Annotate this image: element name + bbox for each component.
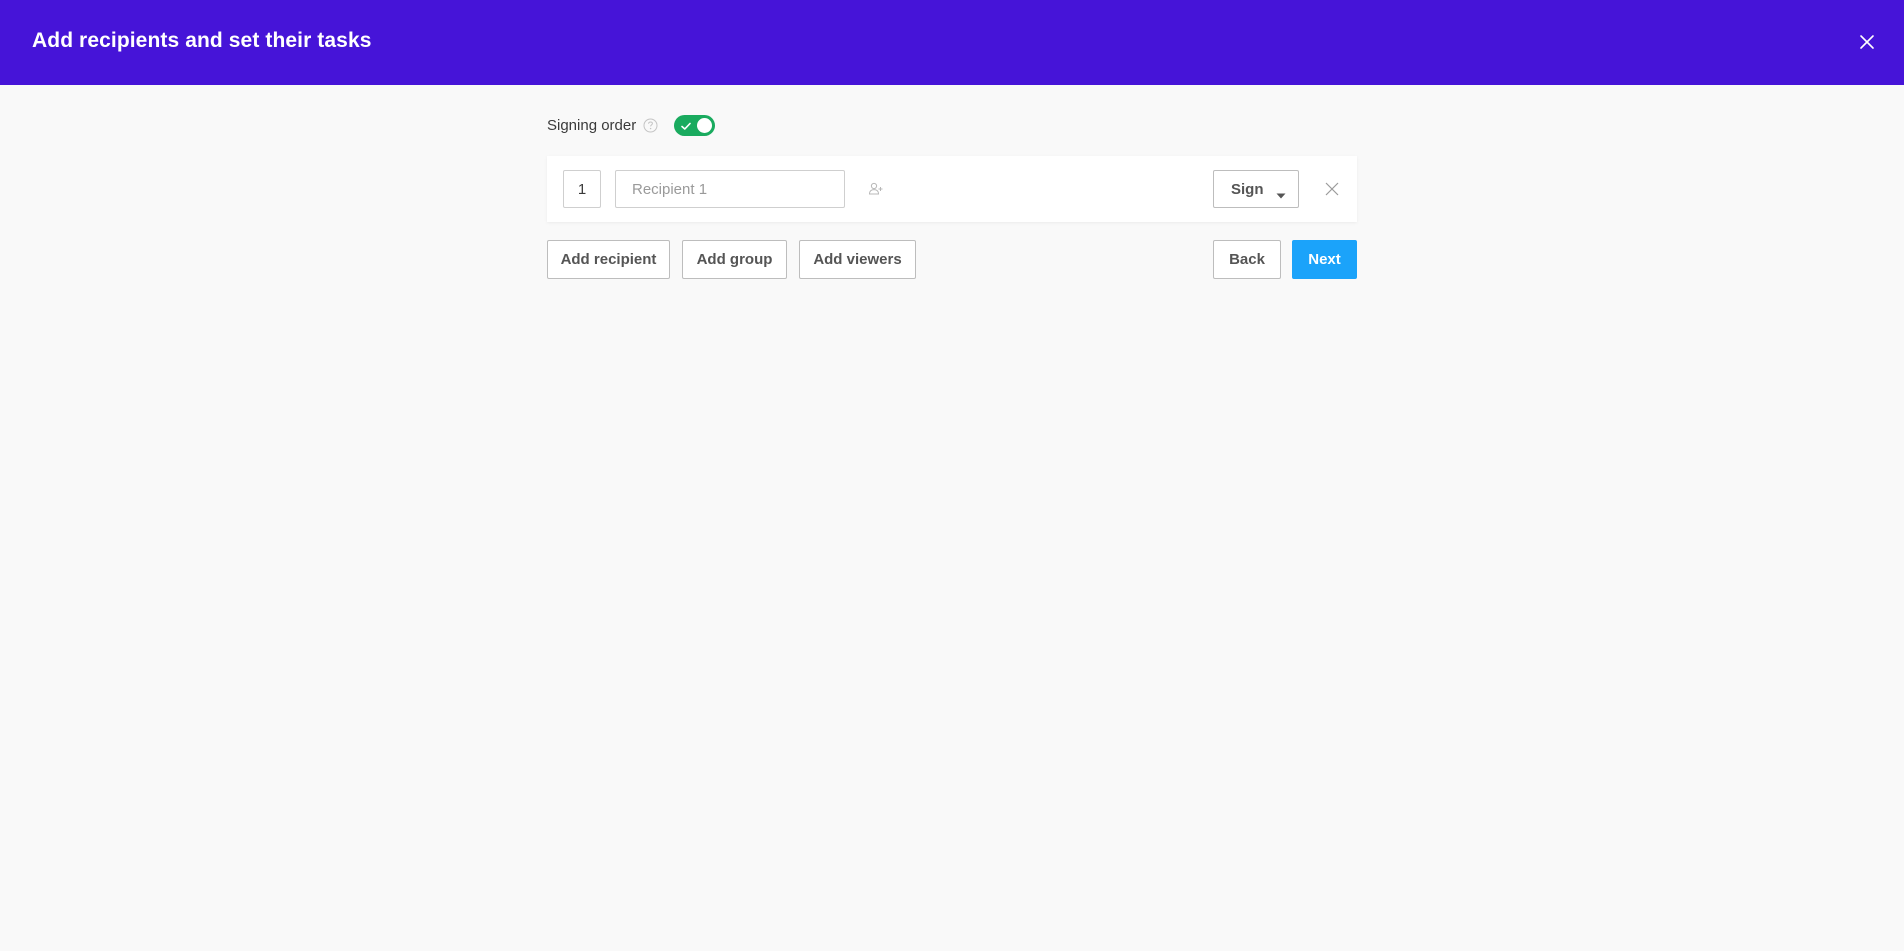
role-dropdown-value: Sign — [1231, 180, 1264, 198]
recipient-row: 1 Sign — [547, 156, 1357, 222]
signing-order-toggle[interactable] — [674, 114, 716, 136]
recipient-name-input[interactable] — [615, 170, 845, 208]
modal-header: Add recipients and set their tasks — [0, 0, 1904, 85]
close-icon[interactable] — [1856, 31, 1878, 53]
signing-order-label: Signing order — [547, 116, 637, 134]
add-viewers-button[interactable]: Add viewers — [799, 240, 916, 279]
check-icon — [680, 119, 692, 131]
signing-order-row: Signing order — [547, 109, 716, 141]
recipient-order-number[interactable]: 1 — [563, 170, 601, 208]
question-circle-icon[interactable] — [643, 118, 658, 133]
back-button[interactable]: Back — [1213, 240, 1281, 279]
toggle-knob — [697, 117, 713, 133]
modal-title: Add recipients and set their tasks — [32, 29, 372, 52]
add-group-button[interactable]: Add group — [682, 240, 787, 279]
add-contact-icon[interactable] — [868, 181, 884, 197]
next-button[interactable]: Next — [1292, 240, 1357, 279]
role-dropdown[interactable]: Sign — [1213, 170, 1299, 208]
remove-recipient-icon[interactable] — [1325, 182, 1339, 196]
chevron-down-icon — [1276, 186, 1286, 199]
add-recipient-button[interactable]: Add recipient — [547, 240, 670, 279]
